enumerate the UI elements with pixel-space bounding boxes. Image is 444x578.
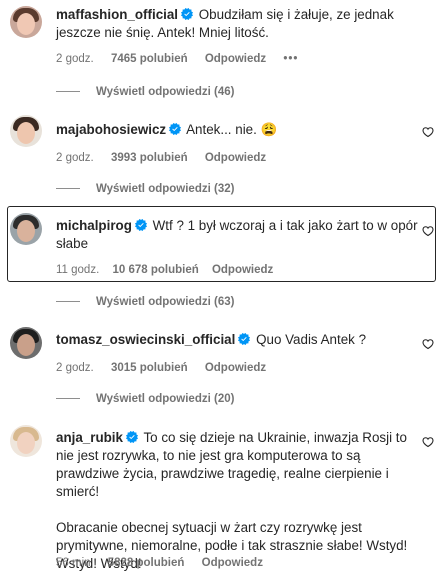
username[interactable]: maffashion_official (56, 7, 178, 22)
view-replies-button[interactable]: Wyświetl odpowiedzi (63) (56, 296, 234, 308)
replies-divider (56, 91, 80, 93)
avatar-face (17, 13, 35, 35)
comment-text: Quo Vadis Antek ? (256, 332, 367, 347)
comment-meta: 11 godz. 10 678 polubień Odpowiedz (56, 264, 287, 276)
comment-body: michalpirog Wtf ? 1 był wczoraj a i tak … (56, 217, 418, 253)
likes-count[interactable]: 3015 polubień (111, 362, 188, 374)
avatar[interactable] (10, 6, 42, 38)
verified-badge-icon (135, 219, 147, 231)
avatar[interactable] (10, 327, 42, 359)
avatar[interactable] (10, 425, 42, 457)
username[interactable]: anja_rubik (56, 430, 123, 445)
comment-meta: 2 godz. 3015 polubień Odpowiedz (56, 362, 280, 374)
reply-button[interactable]: Odpowiedz (202, 557, 263, 569)
likes-count[interactable]: 3993 polubień (111, 152, 188, 164)
comment-meta: 56 min 5828 polubień Odpowiedz (56, 557, 277, 569)
like-heart-icon[interactable] (422, 126, 434, 138)
avatar[interactable] (10, 213, 42, 245)
verified-badge-icon (126, 431, 138, 443)
reply-button[interactable]: Odpowiedz (212, 264, 273, 276)
view-replies-button[interactable]: Wyświetl odpowiedzi (20) (56, 393, 234, 405)
like-heart-icon[interactable] (422, 436, 434, 448)
likes-count[interactable]: 10 678 polubień (112, 264, 198, 276)
replies-divider (56, 188, 80, 190)
comment-text: Antek... nie. 😩 (186, 122, 278, 137)
view-replies-label: Wyświetl odpowiedzi (20) (96, 393, 235, 405)
reply-button[interactable]: Odpowiedz (205, 152, 266, 164)
username[interactable]: tomasz_oswiecinski_official (56, 332, 235, 347)
comment-body: anja_rubik To co się dzieje na Ukrainie,… (56, 429, 418, 573)
avatar-face (17, 334, 35, 356)
more-options-icon[interactable]: ••• (283, 53, 298, 65)
like-heart-icon[interactable] (422, 225, 434, 237)
verified-badge-icon (181, 8, 193, 20)
replies-divider (56, 398, 80, 400)
view-replies-label: Wyświetl odpowiedzi (32) (96, 183, 235, 195)
timestamp[interactable]: 11 godz. (56, 264, 99, 276)
verified-badge-icon (169, 123, 181, 135)
reply-button[interactable]: Odpowiedz (205, 362, 266, 374)
replies-divider (56, 301, 80, 303)
comment-meta: 2 godz. 3993 polubień Odpowiedz (56, 152, 280, 164)
verified-badge-icon (238, 333, 250, 345)
comment-meta: 2 godz. 7465 polubień Odpowiedz ••• (56, 53, 312, 65)
like-heart-icon[interactable] (422, 338, 434, 350)
comment-body: tomasz_oswiecinski_official Quo Vadis An… (56, 331, 421, 349)
username[interactable]: michalpirog (56, 218, 132, 233)
avatar[interactable] (10, 115, 42, 147)
timestamp[interactable]: 2 godz. (56, 53, 94, 65)
username[interactable]: majabohosiewicz (56, 122, 166, 137)
timestamp[interactable]: 2 godz. (56, 152, 94, 164)
avatar-face (17, 220, 35, 242)
likes-count[interactable]: 5828 polubień (108, 557, 185, 569)
comment-body: maffashion_official Obudziłam się i żału… (56, 6, 421, 42)
view-replies-label: Wyświetl odpowiedzi (63) (96, 296, 235, 308)
avatar-face (17, 122, 35, 144)
view-replies-button[interactable]: Wyświetl odpowiedzi (46) (56, 86, 234, 98)
timestamp[interactable]: 56 min (56, 557, 91, 569)
comment-body: majabohosiewicz Antek... nie. 😩 (56, 121, 421, 139)
timestamp[interactable]: 2 godz. (56, 362, 94, 374)
view-replies-label: Wyświetl odpowiedzi (46) (96, 86, 235, 98)
view-replies-button[interactable]: Wyświetl odpowiedzi (32) (56, 183, 234, 195)
reply-button[interactable]: Odpowiedz (205, 53, 266, 65)
avatar-face (17, 432, 35, 454)
likes-count[interactable]: 7465 polubień (111, 53, 188, 65)
